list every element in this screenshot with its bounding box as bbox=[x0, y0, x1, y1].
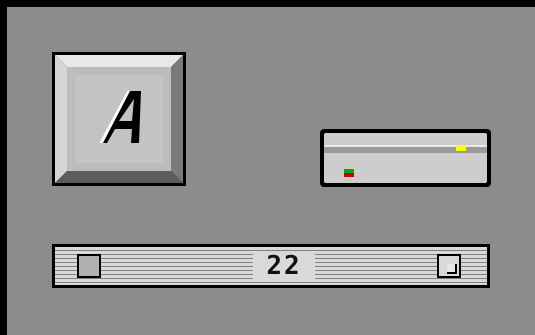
power-led bbox=[344, 169, 354, 177]
slider-right-handle[interactable] bbox=[437, 254, 461, 278]
key-bevel bbox=[55, 55, 183, 183]
activity-led bbox=[456, 145, 466, 151]
value-slider[interactable]: 22 bbox=[52, 244, 490, 288]
disk-drive[interactable] bbox=[320, 129, 491, 187]
font-key-button[interactable] bbox=[52, 52, 186, 186]
slider-value: 22 bbox=[253, 251, 315, 281]
slider-left-handle[interactable] bbox=[77, 254, 101, 278]
drive-body bbox=[324, 133, 487, 183]
slider-track: 22 bbox=[55, 247, 487, 285]
